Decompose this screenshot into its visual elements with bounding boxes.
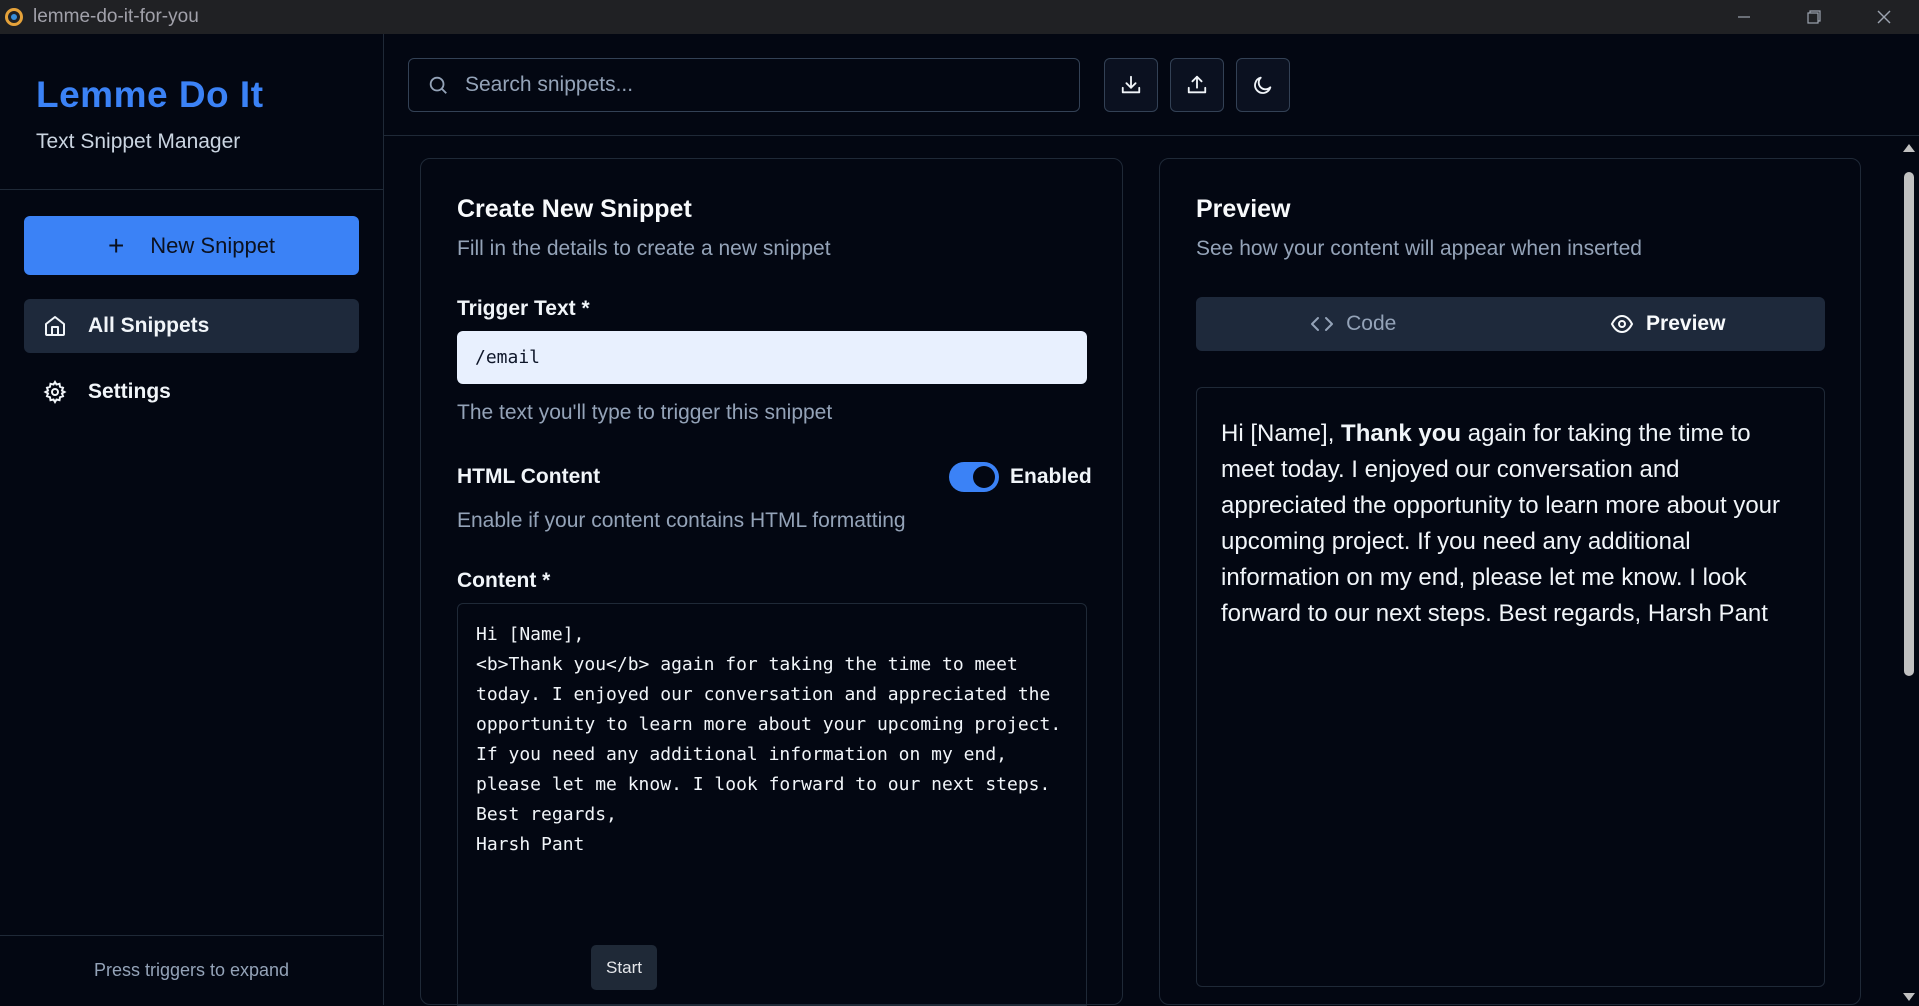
trigger-help: The text you'll type to trigger this sni… xyxy=(457,401,833,424)
content-textarea[interactable]: Hi [Name], <b>Thank you</b> again for ta… xyxy=(457,603,1087,1006)
tab-code[interactable]: Code xyxy=(1196,297,1511,351)
sidebar-item-label: Settings xyxy=(88,380,171,403)
scroll-down-arrow-icon[interactable] xyxy=(1903,993,1915,1001)
preview-tabs: Code Preview xyxy=(1196,297,1825,351)
new-snippet-label: New Snippet xyxy=(150,232,276,258)
html-content-label: HTML Content xyxy=(457,465,601,488)
preview-subtitle: See how your content will appear when in… xyxy=(1196,237,1642,260)
content-label: Content * xyxy=(457,569,551,592)
scroll-up-arrow-icon[interactable] xyxy=(1903,144,1915,152)
gear-icon xyxy=(42,379,68,405)
upload-icon xyxy=(1187,75,1207,94)
home-icon xyxy=(42,313,68,339)
window-controls xyxy=(1709,0,1919,34)
sidebar-item-label: All Snippets xyxy=(88,314,210,337)
import-button[interactable] xyxy=(1170,58,1224,112)
eye-icon xyxy=(1610,312,1634,336)
theme-toggle-button[interactable] xyxy=(1236,58,1290,112)
search-box[interactable] xyxy=(408,58,1080,112)
export-button[interactable] xyxy=(1104,58,1158,112)
start-button[interactable]: Start xyxy=(591,945,657,990)
main-scrollbar[interactable] xyxy=(1899,136,1919,1005)
brand-subtitle: Text Snippet Manager xyxy=(36,130,241,153)
preview-output: Hi [Name], Thank you again for taking th… xyxy=(1196,387,1825,987)
restore-button[interactable] xyxy=(1779,0,1849,34)
sidebar-footer-hint: Press triggers to expand xyxy=(0,935,383,1005)
app-logo-icon xyxy=(5,8,23,26)
tab-code-label: Code xyxy=(1346,312,1397,335)
tab-preview[interactable]: Preview xyxy=(1511,297,1826,351)
html-toggle[interactable] xyxy=(949,462,999,492)
preview-text-start: Hi [Name], xyxy=(1221,420,1342,447)
download-icon xyxy=(1121,75,1141,94)
window-title: lemme-do-it-for-you xyxy=(33,6,199,27)
trigger-label: Trigger Text * xyxy=(457,297,590,320)
form-subtitle: Fill in the details to create a new snip… xyxy=(457,237,831,260)
preview-text-bold: Thank you xyxy=(1341,420,1462,447)
sidebar-item-settings[interactable]: Settings xyxy=(24,365,359,419)
preview-title: Preview xyxy=(1196,195,1291,223)
tab-preview-label: Preview xyxy=(1646,312,1726,335)
close-button[interactable] xyxy=(1849,0,1919,34)
minimize-icon xyxy=(1738,16,1750,18)
top-header xyxy=(384,34,1919,136)
plus-icon: + xyxy=(107,229,125,261)
sidebar-item-all-snippets[interactable]: All Snippets xyxy=(24,299,359,353)
preview-text-rest: again for taking the time to meet today.… xyxy=(1221,420,1781,627)
moon-icon xyxy=(1254,76,1272,94)
code-icon xyxy=(1310,312,1334,336)
brand-name: Lemme Do It xyxy=(36,74,264,115)
form-title: Create New Snippet xyxy=(457,195,692,223)
scroll-thumb[interactable] xyxy=(1904,172,1914,676)
create-snippet-card: Create New Snippet Fill in the details t… xyxy=(420,158,1123,1006)
html-toggle-label: Enabled xyxy=(1010,465,1092,488)
trigger-input[interactable]: /email xyxy=(457,331,1087,384)
search-input[interactable] xyxy=(465,73,1045,97)
window-titlebar: lemme-do-it-for-you xyxy=(0,0,1919,34)
new-snippet-button[interactable]: + New Snippet xyxy=(24,216,359,275)
search-icon xyxy=(429,76,447,94)
preview-card: Preview See how your content will appear… xyxy=(1159,158,1861,1005)
sidebar: Lemme Do It Text Snippet Manager + New S… xyxy=(0,34,384,1005)
html-help: Enable if your content contains HTML for… xyxy=(457,509,906,532)
minimize-button[interactable] xyxy=(1709,0,1779,34)
close-icon xyxy=(1877,10,1891,24)
brand-header: Lemme Do It Text Snippet Manager xyxy=(0,34,383,190)
restore-icon xyxy=(1807,10,1821,24)
